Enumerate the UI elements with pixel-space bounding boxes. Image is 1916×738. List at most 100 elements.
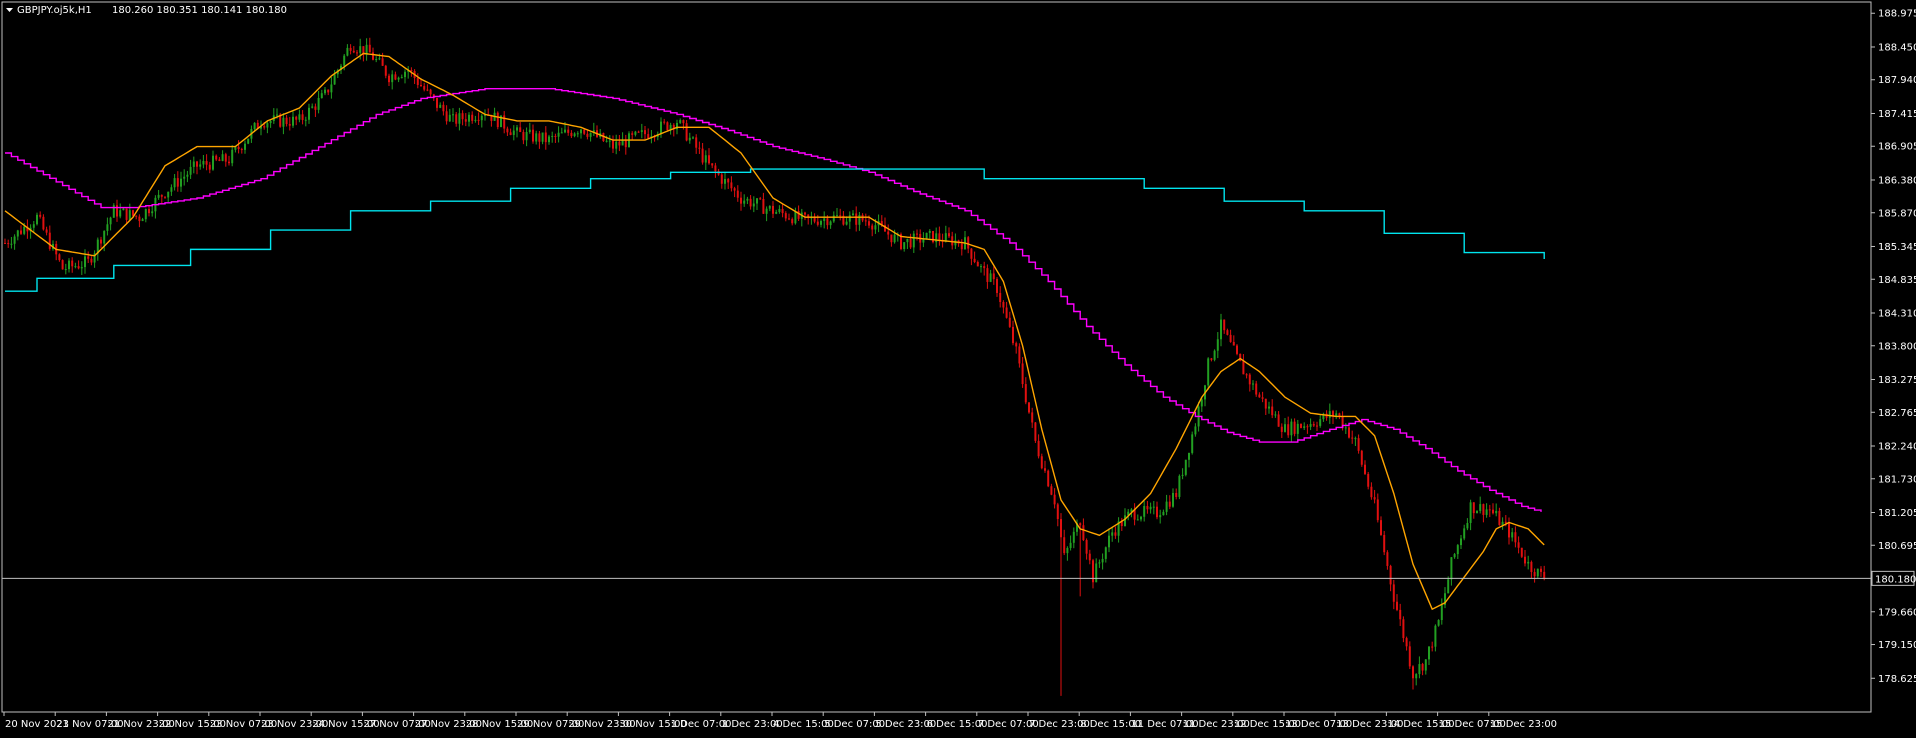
candle-body: [400, 77, 403, 79]
candle-body: [285, 117, 288, 125]
candle-body: [1284, 424, 1286, 432]
candle-body: [736, 190, 739, 198]
y-tick-label: 182.240: [1878, 441, 1916, 452]
candle-body: [714, 165, 717, 172]
candle-body: [948, 233, 950, 237]
candle-body: [13, 236, 16, 244]
candle-body: [826, 218, 829, 226]
candle-body: [170, 187, 173, 192]
candle-body: [1540, 568, 1542, 572]
candle-body: [1434, 625, 1437, 647]
candle-body: [954, 240, 957, 246]
candle-body: [176, 178, 179, 187]
symbol-label: GBPJPY.oj5k,H1: [17, 5, 92, 16]
candle-body: [967, 237, 970, 249]
candle-body: [298, 114, 301, 120]
candle-body: [538, 133, 541, 142]
candle-body: [276, 114, 278, 116]
candle-body: [909, 238, 912, 248]
candle-body: [1005, 307, 1008, 318]
candle-body: [1277, 414, 1280, 427]
candle-body: [682, 120, 685, 124]
candle-body: [263, 126, 266, 128]
candle-body: [308, 107, 310, 120]
candle-body: [244, 143, 246, 150]
candle-body: [327, 89, 330, 93]
candle-body: [871, 225, 874, 230]
candle-body: [180, 178, 182, 187]
candle-body: [208, 164, 211, 170]
candle-body: [80, 267, 83, 269]
candle-body: [100, 239, 102, 244]
candle-body: [455, 114, 458, 124]
candle-body: [128, 210, 131, 220]
candle-body: [1124, 515, 1126, 527]
candle-body: [480, 115, 483, 121]
candle-body: [1181, 474, 1184, 476]
candle-body: [1104, 547, 1107, 559]
candle-body: [608, 140, 611, 142]
candle-body: [973, 258, 976, 262]
candle-body: [1239, 353, 1242, 362]
y-tick-label: 187.415: [1878, 109, 1916, 120]
candle-body: [196, 161, 198, 167]
candle-body: [1034, 422, 1037, 441]
candle-body: [1488, 509, 1491, 511]
candle-body: [688, 137, 691, 141]
candle-body: [1136, 519, 1139, 521]
candle-body: [1383, 534, 1386, 553]
candle-body: [45, 229, 48, 233]
candle-body: [266, 123, 269, 128]
candle-body: [1194, 426, 1197, 435]
candle-body: [1319, 419, 1322, 426]
candle-body: [1527, 561, 1530, 564]
candle-body: [1146, 505, 1149, 510]
price-chart[interactable]: 188.975 188.450 187.940 187.415 186.905 186.3…: [0, 0, 1916, 734]
candle-body: [586, 133, 589, 137]
candle-body: [685, 123, 688, 141]
candle-body: [516, 127, 518, 131]
candle-body: [589, 132, 592, 137]
candle-body: [564, 129, 566, 133]
candle-body: [234, 147, 237, 150]
candle-body: [1095, 563, 1098, 583]
candle-body: [720, 174, 723, 184]
candle-body: [1223, 319, 1226, 331]
chart-background: [0, 0, 1916, 734]
candle-body: [1178, 475, 1181, 497]
candle-body: [1200, 399, 1203, 407]
candle-body: [1018, 346, 1021, 364]
candle-body: [71, 260, 74, 267]
candle-body: [1220, 319, 1222, 340]
candle-body: [1021, 363, 1024, 385]
candle-body: [1229, 334, 1232, 342]
candle-body: [205, 161, 208, 165]
candle-body: [135, 215, 138, 217]
chart-header[interactable]: GBPJPY.oj5k,H1 180.260 180.351 180.141 1…: [6, 5, 287, 16]
candle-body: [1044, 468, 1046, 471]
candle-body: [1226, 330, 1229, 335]
candle-body: [756, 198, 758, 204]
candle-body: [512, 130, 515, 135]
candle-body: [1421, 664, 1424, 671]
chart-canvas[interactable]: 188.975 188.450 187.940 187.415 186.905 186.3…: [0, 0, 1916, 734]
candle-body: [1271, 406, 1274, 416]
candle-body: [1511, 532, 1514, 538]
candle-body: [1453, 554, 1456, 558]
y-tick-label: 183.800: [1878, 341, 1916, 352]
candle-body: [525, 131, 528, 141]
candle-body: [506, 128, 509, 133]
candle-body: [253, 122, 256, 130]
candle-body: [445, 111, 448, 122]
candle-body: [528, 129, 531, 132]
candle-body: [1216, 339, 1219, 351]
candle-body: [1098, 562, 1101, 564]
candle-body: [58, 254, 61, 261]
candle-body: [1111, 532, 1114, 536]
y-tick-label: 184.835: [1878, 275, 1916, 286]
candle-body: [1290, 421, 1293, 436]
candle-body: [1069, 542, 1072, 548]
candle-body: [186, 174, 189, 177]
candle-body: [202, 161, 205, 165]
candle-body: [868, 221, 870, 226]
